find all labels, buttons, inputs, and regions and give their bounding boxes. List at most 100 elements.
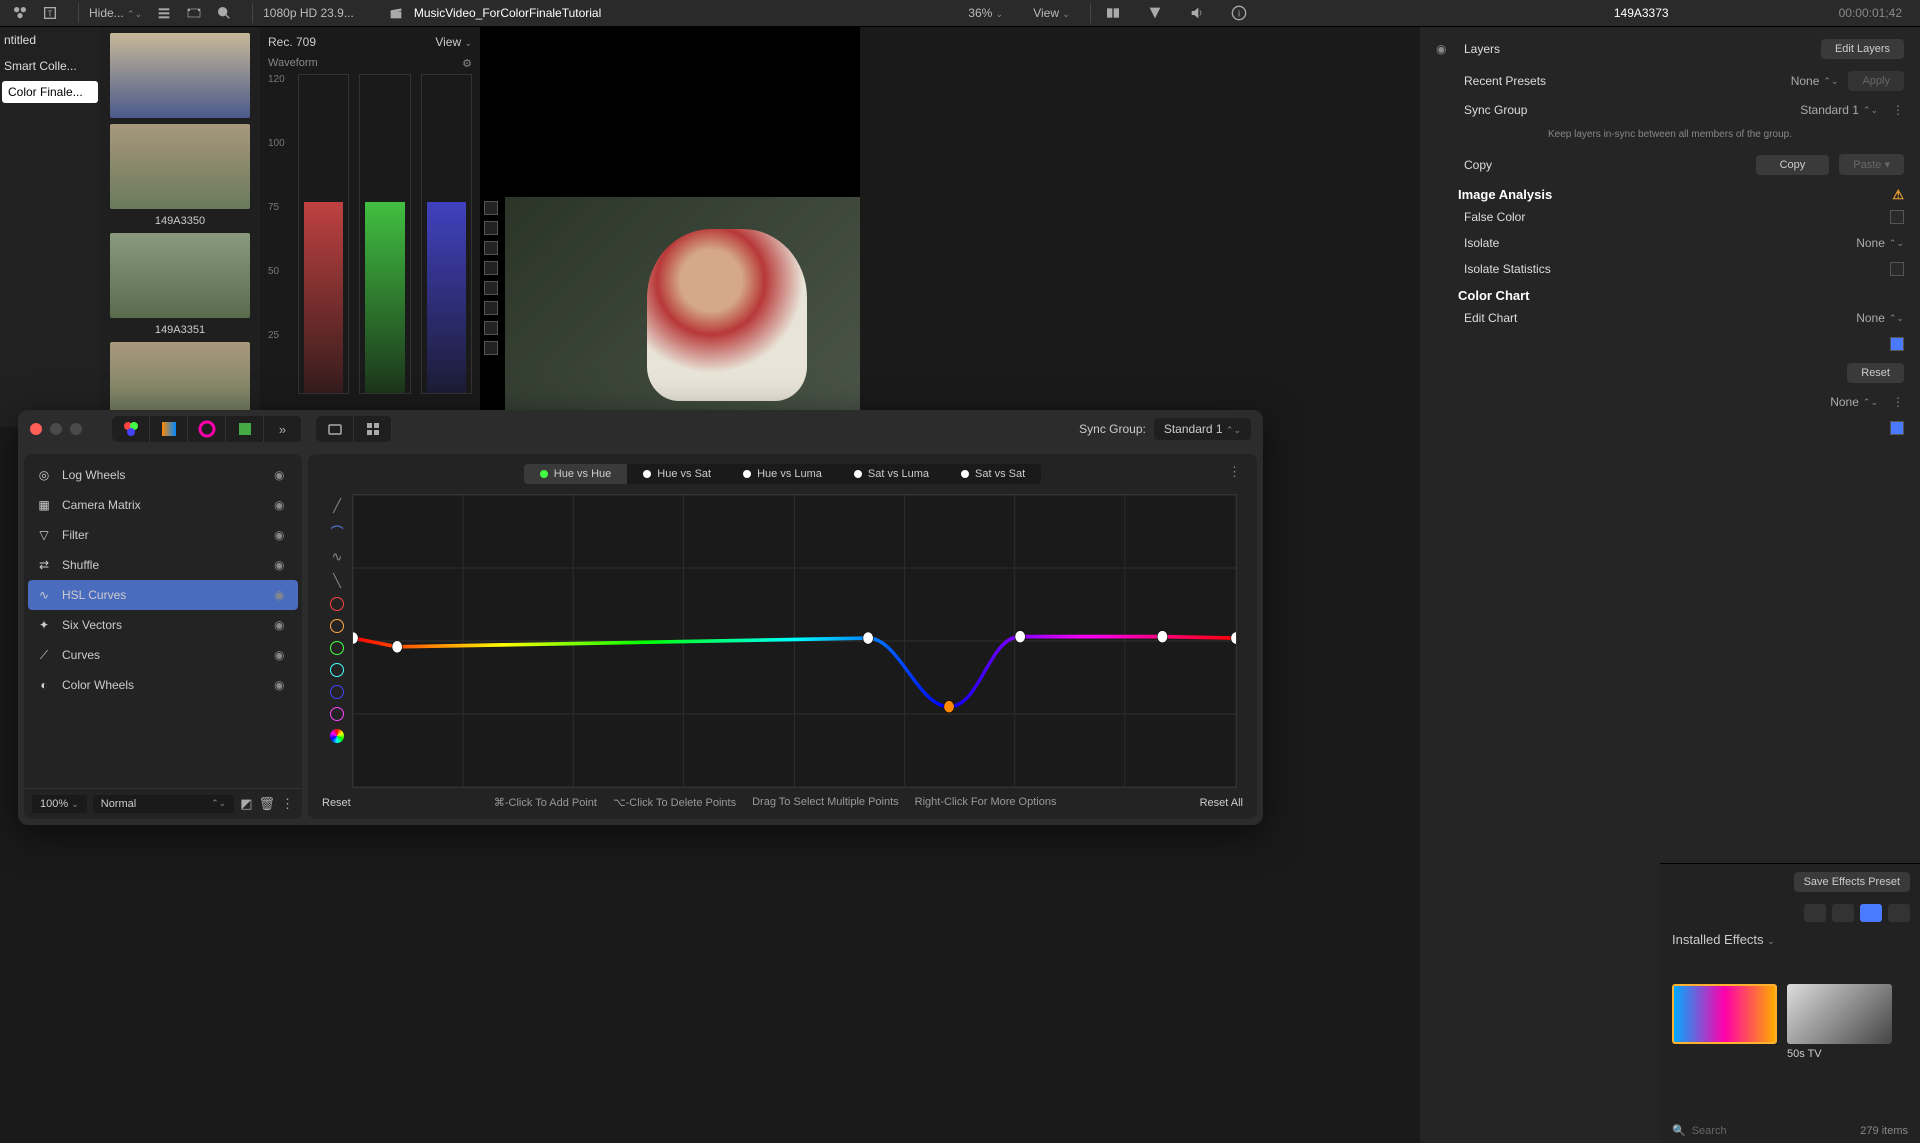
hide-label[interactable]: Hide... ⌃⌄ xyxy=(89,6,142,20)
tool-gradient-icon[interactable] xyxy=(150,416,188,442)
tab-hue-vs-sat[interactable]: Hue vs Sat xyxy=(627,464,727,484)
sync-group-dropdown[interactable]: Standard 1 ⌃⌄ xyxy=(1800,103,1878,117)
sidebar-item-selected[interactable]: Color Finale... xyxy=(2,81,98,103)
sync-group-dropdown[interactable]: Standard 1 ⌃⌄ xyxy=(1154,418,1251,440)
grid-icon[interactable] xyxy=(354,416,392,442)
effects-tab-active[interactable] xyxy=(1860,904,1882,922)
minimize-button[interactable] xyxy=(50,423,62,435)
isolate-dropdown[interactable]: None ⌃⌄ xyxy=(1856,236,1904,250)
effects-tab[interactable] xyxy=(1804,904,1826,922)
tool-wheel-icon[interactable] xyxy=(188,416,226,442)
view-menu[interactable]: View ⌄ xyxy=(1033,6,1070,20)
apply-button[interactable]: Apply xyxy=(1848,71,1904,91)
video-frame[interactable] xyxy=(505,197,860,412)
rainbow-selector[interactable] xyxy=(330,729,344,743)
recent-presets-dropdown[interactable]: None ⌃⌄ xyxy=(1791,74,1839,88)
range-icon[interactable] xyxy=(1143,1,1167,25)
maximize-button[interactable] xyxy=(70,423,82,435)
effects-tab[interactable] xyxy=(1832,904,1854,922)
red-selector[interactable] xyxy=(330,597,344,611)
trash-icon[interactable]: 🗑 xyxy=(258,796,275,812)
layer-hsl-curves[interactable]: ∿HSL Curves◉ xyxy=(28,580,298,610)
eye-icon[interactable]: ◉ xyxy=(274,618,290,632)
tab-sat-vs-sat[interactable]: Sat vs Sat xyxy=(945,464,1041,484)
layer-shuffle[interactable]: ⇄Shuffle◉ xyxy=(24,550,302,580)
curve-icon[interactable]: ⌒ xyxy=(330,522,343,541)
eye-icon[interactable]: ◉ xyxy=(274,468,290,482)
sidebar-item[interactable]: Smart Colle... xyxy=(0,53,100,79)
dropdown[interactable]: None ⌃⌄ xyxy=(1830,395,1878,409)
effect-preset[interactable]: 50s TV xyxy=(1787,984,1892,1060)
eye-icon[interactable]: ◉ xyxy=(274,528,290,542)
clip-thumbnail[interactable] xyxy=(110,33,250,118)
viewer-checkbox[interactable] xyxy=(484,301,498,315)
format-label[interactable]: 1080p HD 23.9... xyxy=(263,6,354,20)
tab-hue-vs-luma[interactable]: Hue vs Luma xyxy=(727,464,838,484)
installed-effects-label[interactable]: Installed Effects ⌄ xyxy=(1672,932,1908,947)
eye-icon[interactable]: ◉ xyxy=(274,588,290,602)
clip-thumbnail[interactable] xyxy=(110,124,250,209)
checkbox[interactable] xyxy=(1890,421,1904,435)
green-selector[interactable] xyxy=(330,641,344,655)
edit-layers-button[interactable]: Edit Layers xyxy=(1821,39,1904,59)
viewer-checkbox[interactable] xyxy=(484,281,498,295)
blue-selector[interactable] xyxy=(330,685,344,699)
info-icon[interactable]: i xyxy=(1227,1,1251,25)
tool-rgb-icon[interactable] xyxy=(112,416,150,442)
eye-icon[interactable]: ◉ xyxy=(274,558,290,572)
effects-search[interactable]: 🔍 Search xyxy=(1672,1124,1727,1137)
curves-menu-icon[interactable]: ⋮ xyxy=(1228,464,1241,480)
picker-icon[interactable]: ╲ xyxy=(333,573,341,589)
eye-icon[interactable]: ◉ xyxy=(1436,42,1454,56)
more-icon[interactable]: ⋮ xyxy=(1892,103,1904,117)
viewer-checkbox[interactable] xyxy=(484,221,498,235)
clip-thumbnail[interactable] xyxy=(110,233,250,318)
folder-icon[interactable] xyxy=(316,416,354,442)
mask-icon[interactable]: ◩ xyxy=(240,796,252,812)
tab-sat-vs-luma[interactable]: Sat vs Luma xyxy=(838,464,945,484)
blend-select[interactable]: Normal ⌃⌄ xyxy=(93,795,234,813)
layer-log-wheels[interactable]: ◎Log Wheels◉ xyxy=(24,460,302,490)
more-icon[interactable]: ⋮ xyxy=(1892,395,1904,409)
eye-icon[interactable]: ◉ xyxy=(274,678,290,692)
text-tool-icon[interactable]: T xyxy=(38,1,62,25)
layer-camera-matrix[interactable]: ▦Camera Matrix◉ xyxy=(24,490,302,520)
edit-chart-dropdown[interactable]: None ⌃⌄ xyxy=(1856,311,1904,325)
curve-graph[interactable] xyxy=(352,494,1237,788)
paste-button[interactable]: Paste ▾ xyxy=(1839,154,1904,175)
filmstrip-icon[interactable] xyxy=(182,1,206,25)
tool-mask-icon[interactable] xyxy=(226,416,264,442)
settings-icon[interactable]: ⚙ xyxy=(462,57,472,70)
effect-preset[interactable] xyxy=(1672,984,1777,1060)
effects-tab[interactable] xyxy=(1888,904,1910,922)
search-icon[interactable] xyxy=(212,1,236,25)
checkbox[interactable] xyxy=(1890,337,1904,351)
zoom-level[interactable]: 36% ⌄ xyxy=(968,6,1003,20)
layer-curves[interactable]: ⟋Curves◉ xyxy=(24,640,302,670)
save-preset-button[interactable]: Save Effects Preset xyxy=(1794,872,1910,892)
viewer-checkbox[interactable] xyxy=(484,241,498,255)
layer-filter[interactable]: ▽Filter◉ xyxy=(24,520,302,550)
more-icon[interactable]: ⋮ xyxy=(281,796,294,812)
sidebar-item[interactable]: ntitled xyxy=(0,27,100,53)
scopes-view-menu[interactable]: View ⌄ xyxy=(435,35,472,49)
wave-icon[interactable]: ∿ xyxy=(332,549,343,565)
orange-selector[interactable] xyxy=(330,619,344,633)
list-view-icon[interactable] xyxy=(152,1,176,25)
isolate-stats-checkbox[interactable] xyxy=(1890,262,1904,276)
cyan-selector[interactable] xyxy=(330,663,344,677)
scopes-toggle-icon[interactable] xyxy=(1101,1,1125,25)
tab-hue-vs-hue[interactable]: Hue vs Hue xyxy=(524,464,627,484)
app-icon[interactable] xyxy=(8,1,32,25)
copy-button[interactable]: Copy xyxy=(1756,155,1830,175)
viewer-checkbox[interactable] xyxy=(484,261,498,275)
false-color-checkbox[interactable] xyxy=(1890,210,1904,224)
layer-six-vectors[interactable]: ✦Six Vectors◉ xyxy=(24,610,302,640)
layer-color-wheels[interactable]: ◐Color Wheels◉ xyxy=(24,670,302,700)
close-button[interactable] xyxy=(30,423,42,435)
reset-all-button[interactable]: Reset All xyxy=(1200,797,1243,809)
volume-icon[interactable] xyxy=(1185,1,1209,25)
viewer-checkbox[interactable] xyxy=(484,341,498,355)
viewer-checkbox[interactable] xyxy=(484,321,498,335)
viewer-checkbox[interactable] xyxy=(484,201,498,215)
